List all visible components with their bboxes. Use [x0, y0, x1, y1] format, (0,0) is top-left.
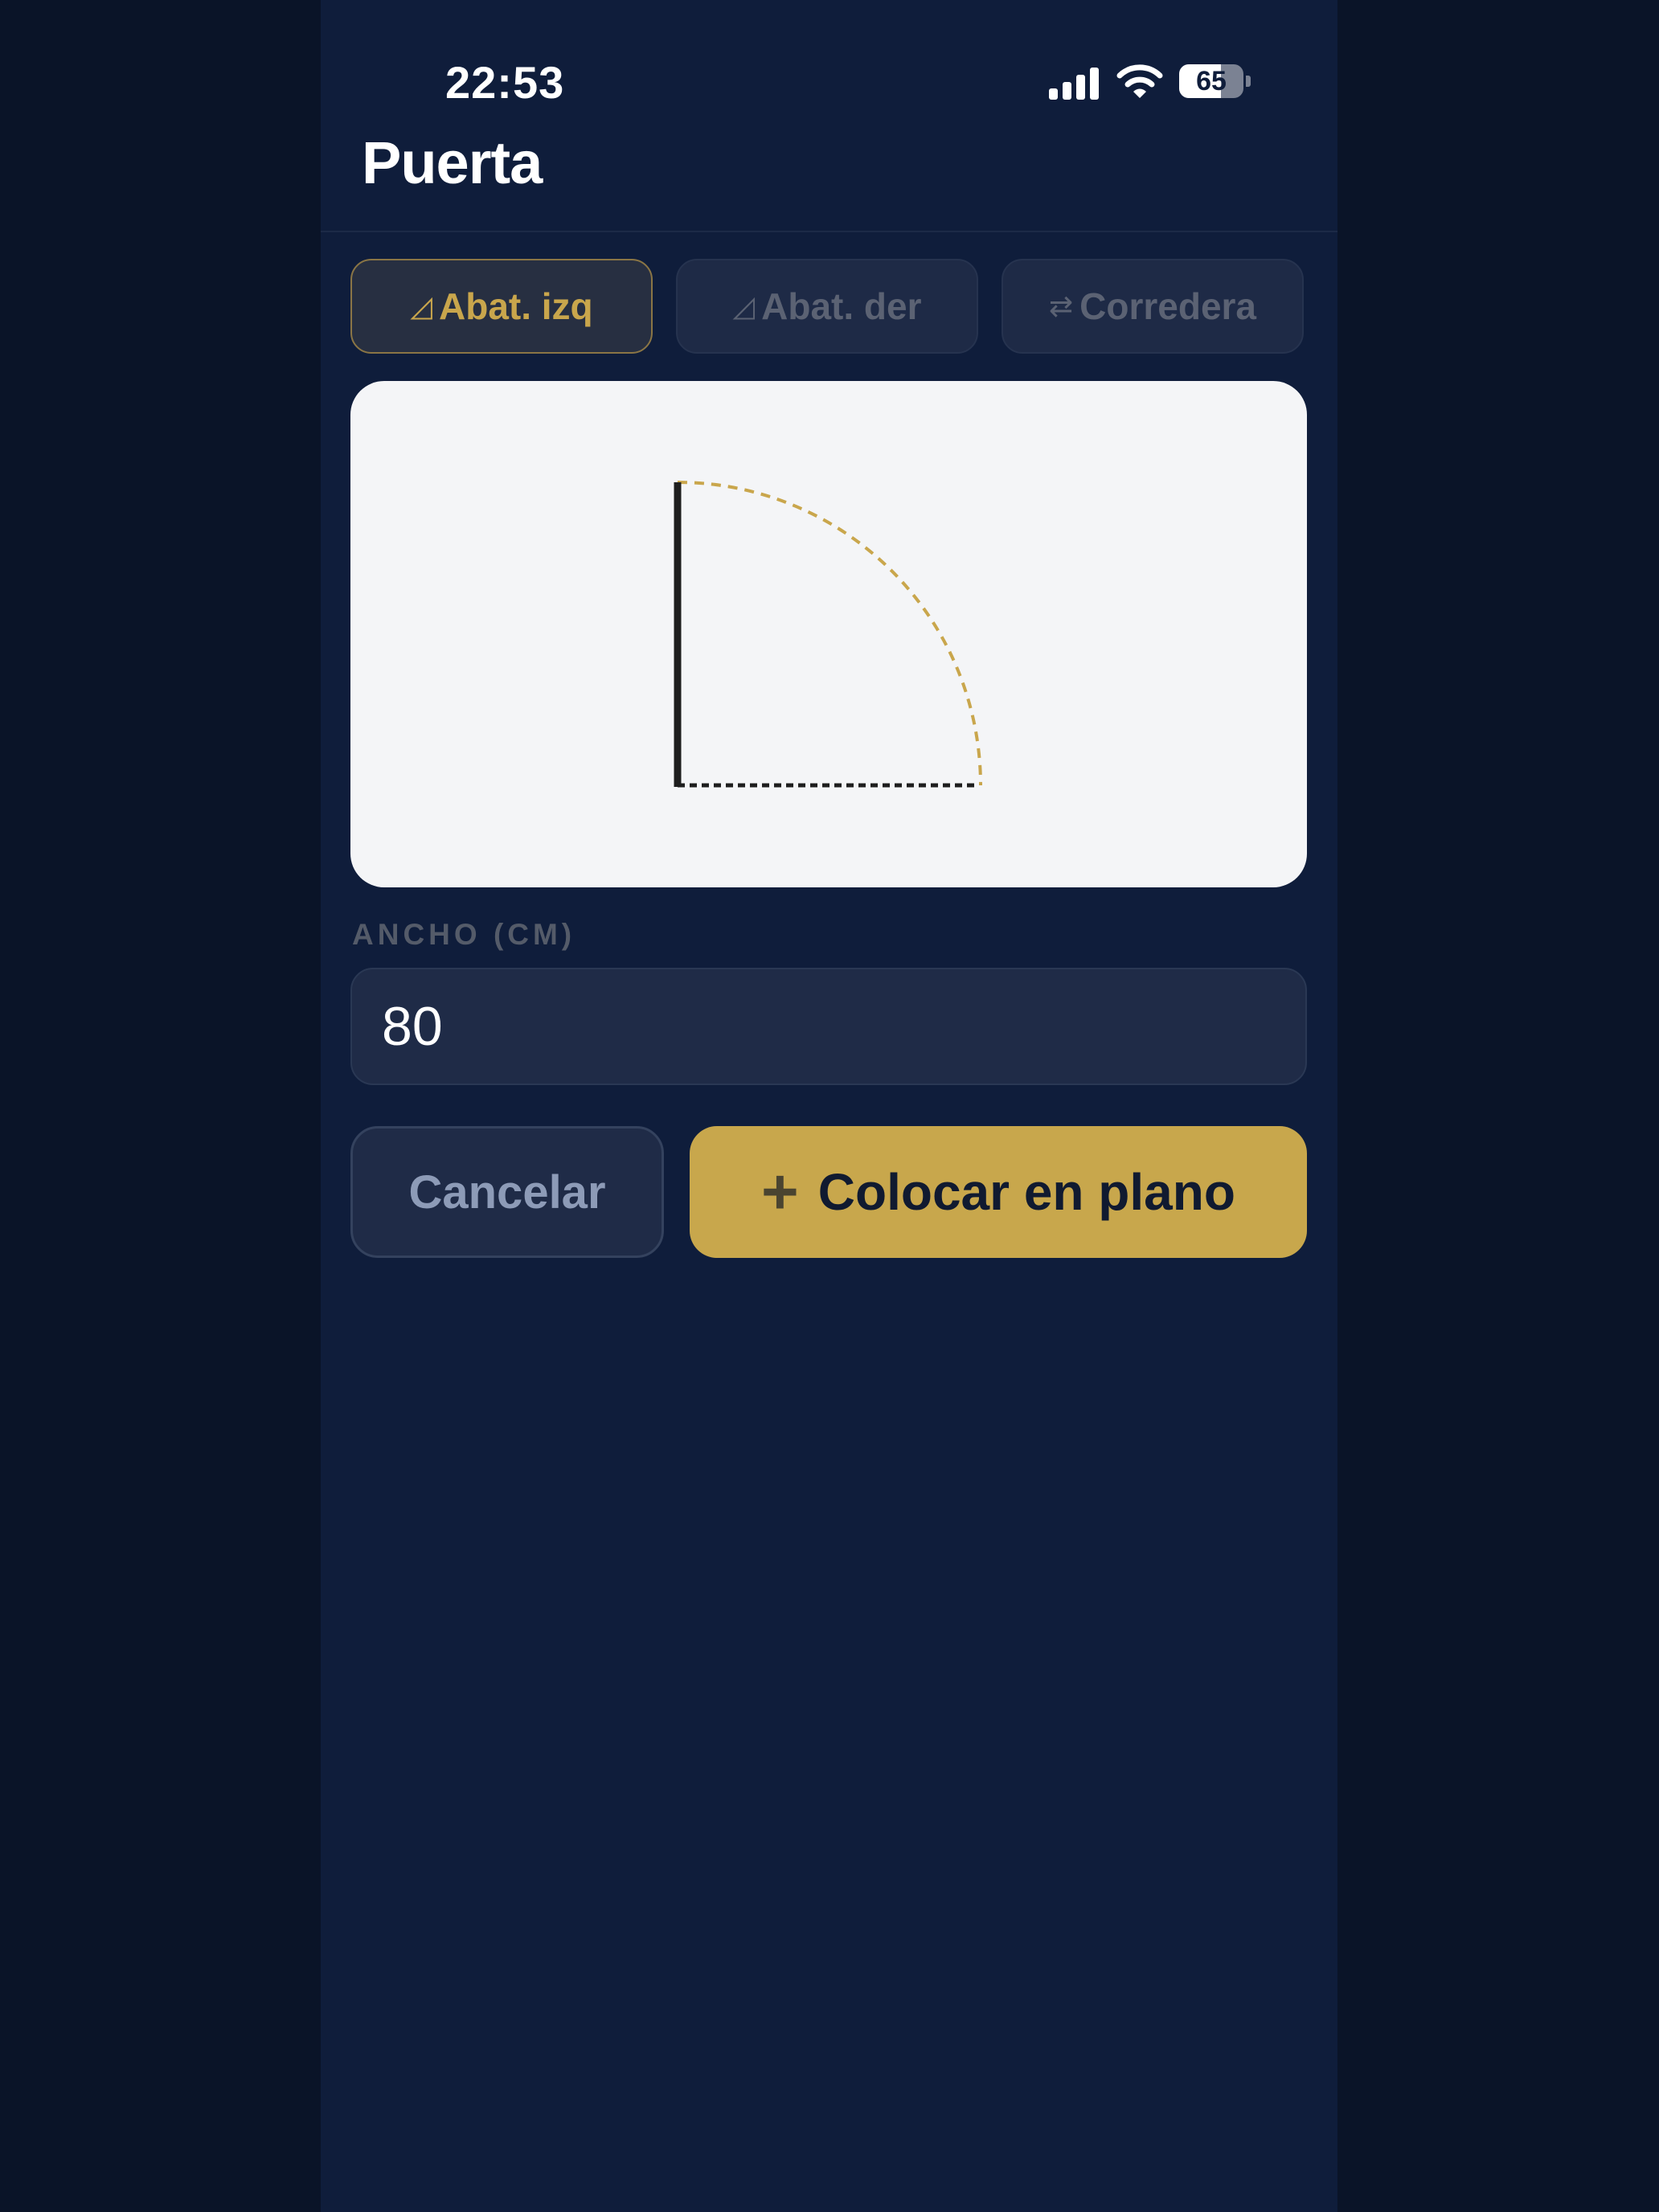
battery-level: 65	[1196, 66, 1227, 96]
door-type-label: Corredera	[1079, 285, 1257, 327]
swing-right-icon: ◿	[732, 289, 756, 322]
plus-icon: +	[761, 1156, 799, 1227]
cancel-label: Cancelar	[408, 1165, 606, 1219]
cancel-button[interactable]: Cancelar	[350, 1126, 664, 1258]
width-field-label: ANCHO (CM)	[352, 918, 576, 951]
door-type-swing-left[interactable]: ◿ Abat. izq	[350, 259, 653, 354]
status-bar: 22:53 65	[321, 0, 1337, 129]
door-preview-canvas	[350, 381, 1307, 887]
door-type-sliding[interactable]: ⇄ Corredera	[1002, 259, 1304, 354]
width-input[interactable]	[350, 968, 1307, 1085]
place-on-plan-button[interactable]: + Colocar en plano	[690, 1126, 1307, 1258]
door-type-label: Abat. der	[761, 285, 922, 327]
status-time: 22:53	[445, 57, 565, 108]
door-preview-drawing	[674, 481, 982, 788]
swing-left-icon: ◿	[410, 289, 432, 322]
signal-icon	[1049, 66, 1100, 100]
battery-icon: 65	[1179, 64, 1243, 98]
battery-cap	[1246, 76, 1251, 87]
place-label: Colocar en plano	[817, 1163, 1235, 1221]
door-type-swing-right[interactable]: ◿ Abat. der	[676, 259, 978, 354]
page-title: Puerta	[362, 129, 543, 196]
door-swing-arc	[677, 481, 982, 786]
sliding-arrows-icon: ⇄	[1048, 289, 1074, 322]
wifi-icon	[1116, 64, 1163, 98]
phone-screen: 22:53 65 Puerta ◿ Abat. izq ◿ Abat. der …	[321, 0, 1337, 2212]
header-divider	[321, 231, 1337, 232]
door-type-label: Abat. izq	[439, 285, 593, 327]
